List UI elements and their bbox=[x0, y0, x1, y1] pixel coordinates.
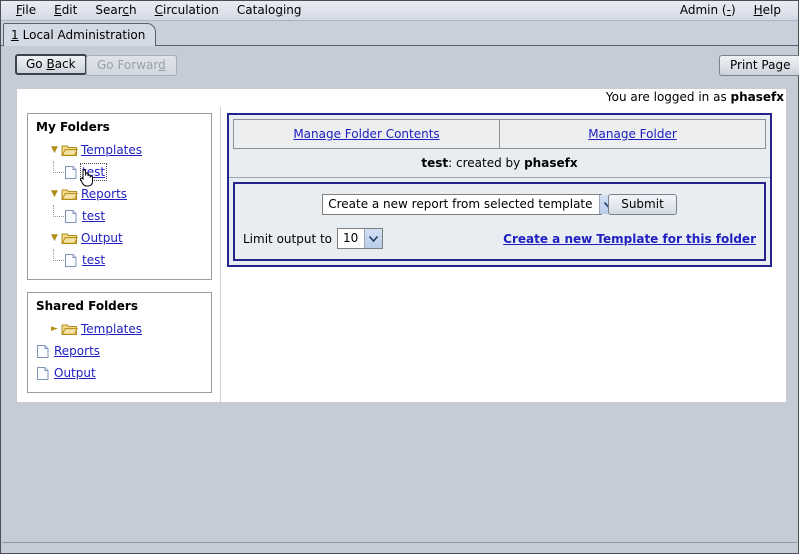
page-body: My Folders ▼ Templates test bbox=[17, 107, 786, 402]
tree-node-label[interactable]: Templates bbox=[81, 143, 142, 157]
report-action-select[interactable]: Create a new report from selected templa… bbox=[322, 194, 602, 215]
folder-created-by-text: : created by bbox=[448, 156, 524, 170]
menu-item-edit[interactable]: Edit bbox=[45, 2, 86, 19]
limit-output-label: Limit output to bbox=[243, 232, 332, 246]
tab-number: 1 bbox=[11, 28, 19, 42]
folder-icon bbox=[61, 143, 78, 158]
navigation-toolbar: Go Back Go Forward Print Page bbox=[2, 47, 797, 88]
submit-button[interactable]: Submit bbox=[608, 194, 677, 215]
tree-node-shared-output[interactable]: Output bbox=[34, 362, 205, 384]
login-status: You are logged in as phasefx bbox=[606, 90, 784, 104]
chevron-right-icon[interactable]: ► bbox=[48, 325, 61, 334]
folder-manager-panel: Manage Folder Contents Manage Folder tes… bbox=[227, 113, 772, 267]
file-icon bbox=[62, 253, 79, 268]
report-action-select-value: Create a new report from selected templa… bbox=[323, 195, 598, 214]
action-row: Create a new report from selected templa… bbox=[243, 194, 756, 215]
tree-node-shared-reports[interactable]: Reports bbox=[34, 340, 205, 362]
file-icon bbox=[62, 165, 79, 180]
tree-node-my-templates-test[interactable]: test bbox=[34, 161, 205, 183]
tab-label: Local Administration bbox=[23, 28, 146, 42]
tree-node-shared-templates[interactable]: ► Templates bbox=[34, 318, 205, 340]
folder-created-by: test: created by phasefx bbox=[229, 149, 770, 178]
main-content: Manage Folder Contents Manage Folder tes… bbox=[221, 107, 786, 402]
tree-node-label[interactable]: test bbox=[82, 165, 105, 179]
tree-node-label[interactable]: Reports bbox=[54, 344, 100, 358]
menu-bar: File Edit Search Circulation Cataloging … bbox=[1, 1, 798, 21]
tree-node-label[interactable]: Output bbox=[54, 366, 96, 380]
my-folders-title: My Folders bbox=[36, 120, 205, 134]
limit-row: Limit output to 10 Create a new Template… bbox=[243, 228, 756, 249]
go-back-button[interactable]: Go Back bbox=[15, 54, 87, 75]
limit-output-select-value: 10 bbox=[338, 229, 364, 248]
tree-node-my-reports[interactable]: ▼ Reports bbox=[34, 183, 205, 205]
shared-folders-title: Shared Folders bbox=[36, 299, 205, 313]
folder-icon bbox=[61, 187, 78, 202]
my-folders-panel: My Folders ▼ Templates test bbox=[27, 113, 212, 280]
tree-node-my-output-test[interactable]: test bbox=[34, 249, 205, 271]
chevron-down-icon[interactable]: ▼ bbox=[48, 190, 61, 199]
tree-node-label[interactable]: Templates bbox=[81, 322, 142, 336]
page-content: You are logged in as phasefx My Folders … bbox=[17, 89, 786, 402]
chevron-down-icon[interactable] bbox=[364, 229, 382, 248]
create-new-template-link[interactable]: Create a new Template for this folder bbox=[503, 232, 756, 246]
print-page-button[interactable]: Print Page bbox=[719, 55, 799, 76]
menu-item-circulation[interactable]: Circulation bbox=[146, 2, 228, 19]
go-forward-button: Go Forward bbox=[86, 55, 177, 76]
tree-node-my-reports-test[interactable]: test bbox=[34, 205, 205, 227]
tab-manage-folder-contents[interactable]: Manage Folder Contents bbox=[233, 119, 500, 149]
tab-manage-folder[interactable]: Manage Folder bbox=[500, 119, 766, 149]
chevron-down-icon[interactable]: ▼ bbox=[48, 146, 61, 155]
folder-action-form: Create a new report from selected templa… bbox=[233, 182, 766, 261]
menu-item-search[interactable]: Search bbox=[86, 2, 145, 19]
shared-folders-panel: Shared Folders ► Templates Reports bbox=[27, 292, 212, 393]
tree-node-label[interactable]: test bbox=[82, 209, 105, 223]
login-status-prefix: You are logged in as bbox=[606, 90, 731, 104]
file-icon bbox=[34, 344, 51, 359]
application-window: File Edit Search Circulation Cataloging … bbox=[0, 0, 799, 554]
folder-icon bbox=[61, 231, 78, 246]
tree-node-label[interactable]: Output bbox=[81, 231, 123, 245]
file-icon bbox=[62, 209, 79, 224]
folder-owner: phasefx bbox=[524, 156, 577, 170]
folder-name: test bbox=[421, 156, 448, 170]
login-status-user: phasefx bbox=[731, 90, 784, 104]
folder-tabs: Manage Folder Contents Manage Folder bbox=[229, 115, 770, 149]
menu-item-help[interactable]: Help bbox=[745, 2, 790, 19]
tab-manage-folder-contents-link[interactable]: Manage Folder Contents bbox=[293, 127, 439, 141]
tree-node-label[interactable]: test bbox=[82, 253, 105, 267]
folder-icon bbox=[61, 322, 78, 337]
tree-node-label[interactable]: Reports bbox=[81, 187, 127, 201]
file-icon bbox=[34, 366, 51, 381]
menu-item-cataloging[interactable]: Cataloging bbox=[228, 2, 311, 19]
tree-node-my-output[interactable]: ▼ Output bbox=[34, 227, 205, 249]
tree-node-my-templates[interactable]: ▼ Templates bbox=[34, 139, 205, 161]
menu-item-admin[interactable]: Admin (-) bbox=[671, 2, 745, 19]
limit-output-select[interactable]: 10 bbox=[337, 228, 383, 249]
document-tab-strip: 1 Local Administration bbox=[1, 21, 798, 46]
menu-item-file[interactable]: File bbox=[7, 2, 45, 19]
tab-local-administration[interactable]: 1 Local Administration bbox=[3, 23, 156, 46]
menu-bar-right-group: Admin (-) Help bbox=[671, 2, 798, 19]
folder-sidebar: My Folders ▼ Templates test bbox=[17, 107, 221, 402]
status-bar bbox=[2, 542, 797, 552]
menu-bar-left-group: File Edit Search Circulation Cataloging bbox=[1, 2, 311, 19]
tab-manage-folder-link[interactable]: Manage Folder bbox=[588, 127, 677, 141]
chevron-down-icon[interactable]: ▼ bbox=[48, 234, 61, 243]
